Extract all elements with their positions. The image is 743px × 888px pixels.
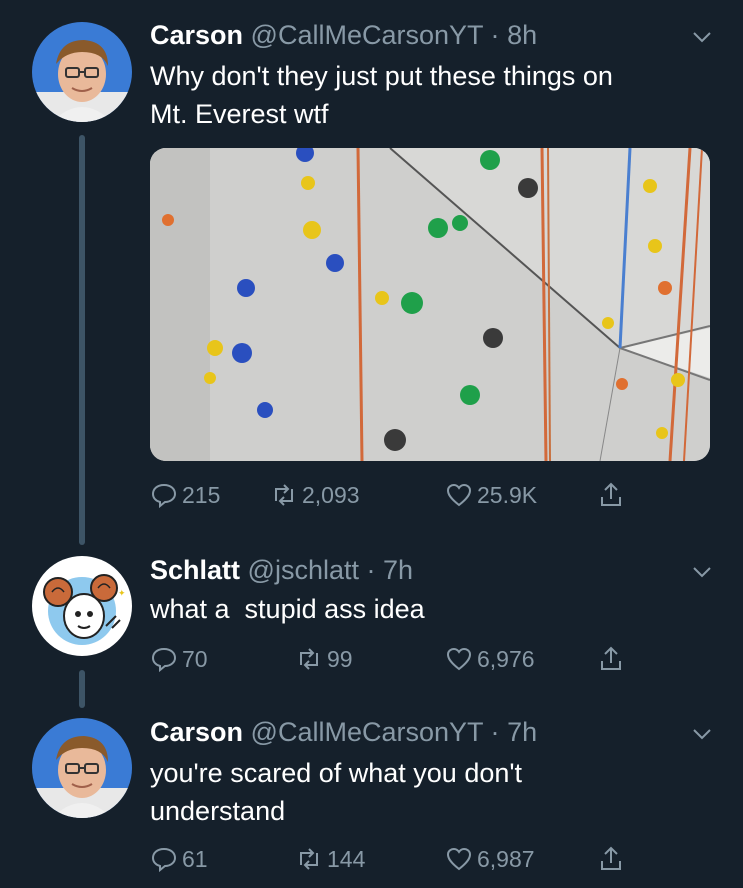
tweet-actions: 61 144 6,987 (150, 844, 650, 874)
retweet-icon (300, 848, 318, 870)
reply-button[interactable]: 215 (150, 480, 220, 510)
tweet-header: Schlatt @jschlatt · 7h (150, 555, 413, 586)
tweet-actions: 70 99 6,976 (150, 644, 650, 674)
retweet-count: 99 (327, 645, 353, 672)
tweet-text-line: what a stupid ass idea (150, 594, 425, 624)
like-count: 6,987 (477, 845, 535, 872)
like-button[interactable]: 25.9K (445, 480, 537, 510)
timestamp[interactable]: 8h (507, 20, 537, 50)
retweet-button[interactable]: 2,093 (270, 480, 360, 510)
share-icon (601, 846, 621, 870)
separator: · (490, 20, 500, 50)
tweet-text-line: Mt. Everest wtf (150, 99, 329, 129)
reply-icon (151, 647, 177, 673)
separator: · (366, 555, 376, 585)
user-handle[interactable]: @jschlatt (248, 555, 359, 585)
avatar[interactable]: ✦ (32, 556, 132, 656)
retweet-count: 2,093 (302, 481, 360, 508)
heart-icon (446, 647, 472, 671)
avatar[interactable] (32, 22, 132, 122)
tweet-text: Why don't they just put these things on … (150, 57, 710, 133)
reply-button[interactable]: 61 (150, 844, 208, 874)
user-handle[interactable]: @CallMeCarsonYT (251, 717, 483, 747)
tweet[interactable]: Carson @CallMeCarsonYT · 8h Why don't th… (0, 0, 743, 530)
reply-count: 61 (182, 845, 208, 872)
tweet-text: you're scared of what you don't understa… (150, 754, 710, 830)
avatar[interactable] (32, 718, 132, 818)
retweet-button[interactable]: 144 (295, 844, 365, 874)
chevron-down-icon[interactable] (691, 561, 713, 583)
person-avatar-icon (32, 718, 132, 818)
share-icon (601, 482, 621, 506)
tweet[interactable]: Carson @CallMeCarsonYT · 7h you're scare… (0, 700, 743, 888)
display-name[interactable]: Carson (150, 717, 243, 747)
retweet-count: 144 (327, 845, 366, 872)
like-button[interactable]: 6,987 (445, 844, 535, 874)
reply-icon (151, 483, 177, 509)
retweet-icon (300, 648, 318, 670)
tweet-text-line: you're scared of what you don't (150, 758, 523, 788)
retweet-button[interactable]: 99 (295, 644, 353, 674)
reply-count: 70 (182, 645, 208, 672)
tweet[interactable]: ✦ Schlatt @jschlatt · 7h what a stupid a… (0, 540, 743, 680)
climbing-wall-image (150, 148, 710, 461)
chevron-down-icon[interactable] (691, 723, 713, 745)
timestamp[interactable]: 7h (507, 717, 537, 747)
heart-icon (446, 483, 472, 507)
tweet-text-line: understand (150, 796, 286, 826)
user-handle[interactable]: @CallMeCarsonYT (251, 20, 483, 50)
cartoon-ram-avatar-icon: ✦ (32, 556, 132, 656)
climbing-wall-photo[interactable] (150, 148, 710, 461)
share-button[interactable] (597, 480, 629, 510)
reply-button[interactable]: 70 (150, 644, 208, 674)
chevron-down-icon[interactable] (691, 26, 713, 48)
tweet-header: Carson @CallMeCarsonYT · 8h (150, 20, 537, 51)
heart-icon (446, 847, 472, 871)
timestamp[interactable]: 7h (383, 555, 413, 585)
retweet-icon (275, 484, 293, 506)
like-button[interactable]: 6,976 (445, 644, 535, 674)
share-icon (601, 646, 621, 670)
tweet-text: what a stupid ass idea (150, 590, 710, 628)
reply-icon (151, 847, 177, 873)
tweet-header: Carson @CallMeCarsonYT · 7h (150, 717, 537, 748)
svg-text:✦: ✦ (118, 589, 126, 599)
tweet-actions: 215 2,093 25.9K (150, 480, 650, 510)
like-count: 6,976 (477, 645, 535, 672)
display-name[interactable]: Schlatt (150, 555, 240, 585)
reply-count: 215 (182, 481, 221, 508)
display-name[interactable]: Carson (150, 20, 243, 50)
person-avatar-icon (32, 22, 132, 122)
share-button[interactable] (597, 844, 629, 874)
share-button[interactable] (597, 644, 629, 674)
like-count: 25.9K (477, 481, 538, 508)
separator: · (490, 717, 500, 747)
tweet-text-line: Why don't they just put these things on (150, 61, 613, 91)
